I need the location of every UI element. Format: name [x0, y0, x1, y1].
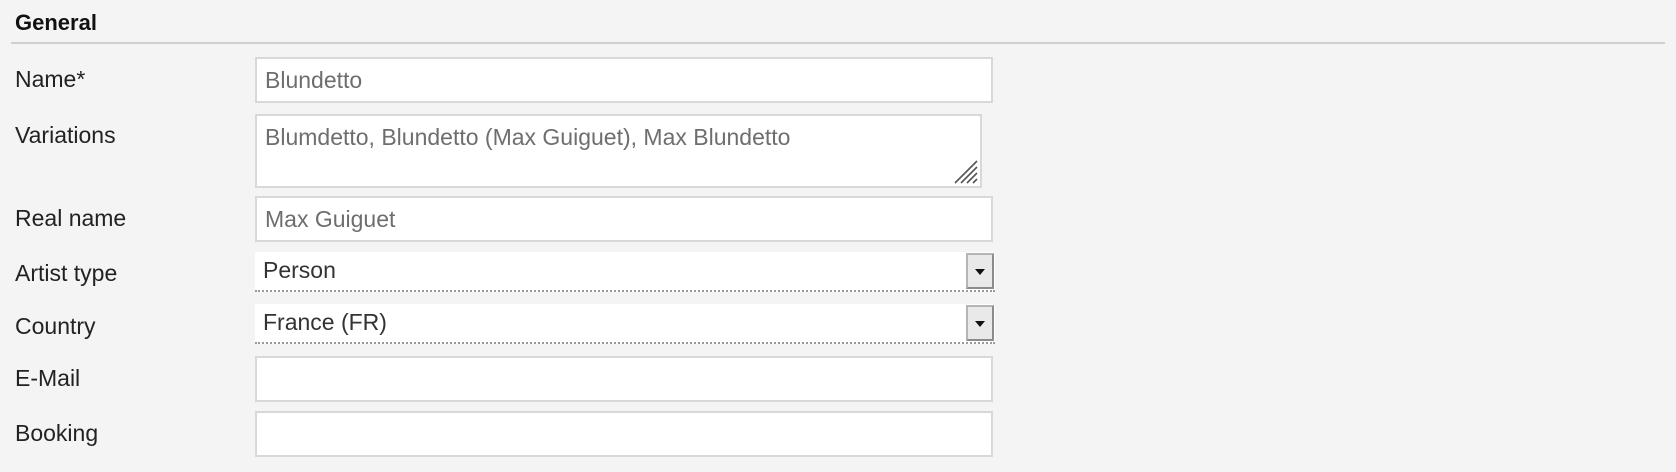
chevron-down-icon: [975, 321, 985, 327]
section-divider: [11, 42, 1665, 44]
country-dropdown-button[interactable]: [966, 305, 994, 341]
artist-type-label: Artist type: [15, 260, 118, 286]
email-label: E-Mail: [15, 365, 81, 391]
resize-grip-icon[interactable]: [953, 159, 979, 185]
country-select[interactable]: France (FR): [255, 304, 995, 344]
section-title: General: [15, 10, 97, 35]
variations-textarea[interactable]: Blumdetto, Blundetto (Max Guiguet), Max …: [255, 114, 982, 188]
real-name-input[interactable]: [255, 196, 993, 242]
variations-label: Variations: [15, 122, 116, 148]
country-label: Country: [15, 313, 96, 339]
booking-label: Booking: [15, 420, 99, 446]
artist-type-selected-value: Person: [263, 257, 336, 283]
email-input[interactable]: [255, 356, 993, 402]
artist-type-select[interactable]: Person: [255, 252, 995, 292]
booking-input[interactable]: [255, 411, 993, 457]
real-name-label: Real name: [15, 205, 127, 231]
name-label: Name*: [15, 66, 86, 92]
chevron-down-icon: [975, 269, 985, 275]
country-selected-value: France (FR): [263, 309, 387, 335]
artist-type-dropdown-button[interactable]: [966, 253, 994, 289]
artist-general-form: General Name* Variations Blumdetto, Blun…: [0, 0, 1676, 472]
name-input[interactable]: [255, 57, 993, 103]
